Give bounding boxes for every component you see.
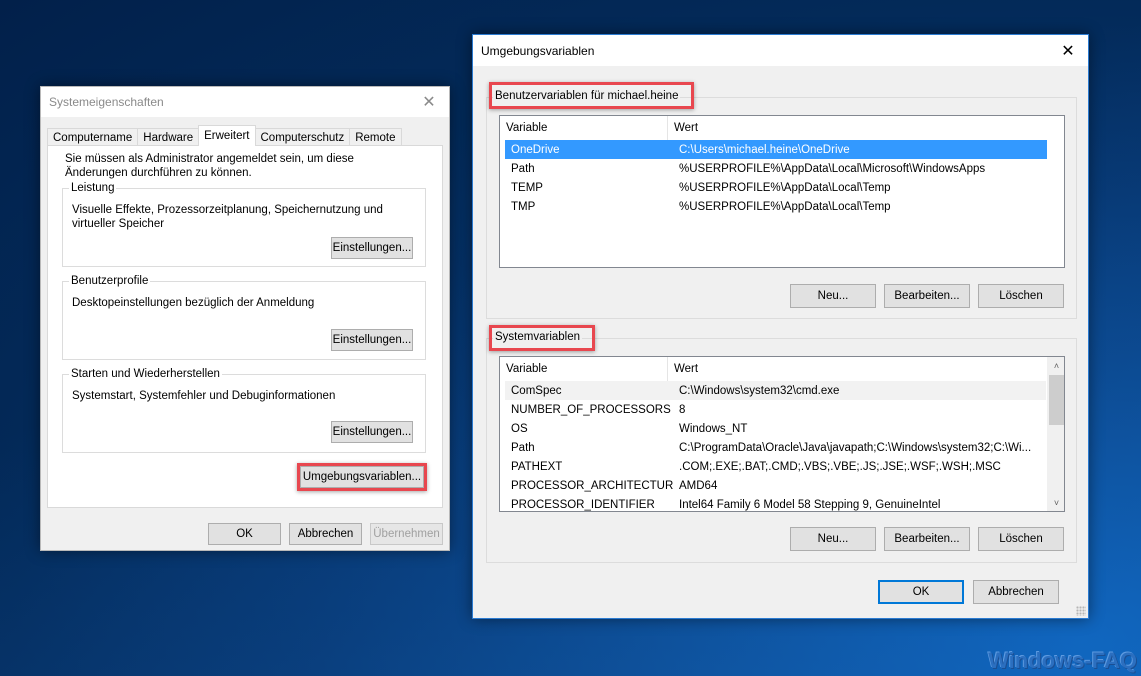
table-row[interactable]: NUMBER_OF_PROCESSORS 8 [505,400,1046,419]
value-cell: .COM;.EXE;.BAT;.CMD;.VBS;.VBE;.JS;.JSE;.… [679,460,1001,473]
user-profiles-group-label: Benutzerprofile [69,274,151,288]
value-cell: %USERPROFILE%\AppData\Local\Temp [679,200,891,213]
user-variables-group: Benutzervariablen für michael.heine Vari… [486,89,1077,319]
title-bar[interactable]: Umgebungsvariablen ✕ [473,35,1088,66]
user-variables-label: Benutzervariablen für michael.heine [493,89,681,103]
ok-button[interactable]: OK [208,523,281,545]
user-variables-list[interactable]: Variable Wert OneDrive C:\Users\michael.h… [499,115,1065,268]
value-cell: C:\Users\michael.heine\OneDrive [679,143,850,156]
system-variables-list[interactable]: Variable Wert ComSpec C:\Windows\system32… [499,356,1065,512]
column-header-variable[interactable]: Variable [500,357,668,381]
value-cell: C:\ProgramData\Oracle\Java\javapath;C:\W… [679,441,1032,454]
user-delete-button[interactable]: Löschen [978,284,1064,308]
window-title: Umgebungsvariablen [481,43,595,58]
column-header-value[interactable]: Wert [668,357,698,381]
window-title: Systemeigenschaften [49,95,164,109]
vertical-scrollbar[interactable]: ˄ ˅ [1047,357,1064,511]
close-button[interactable]: ✕ [409,87,449,117]
system-properties-window: Systemeigenschaften ✕ Computername Hardw… [40,86,450,551]
system-variables-label: Systemvariablen [493,330,583,344]
table-row[interactable]: PROCESSOR_IDENTIFIER Intel64 Family 6 Mod… [505,495,1046,511]
chevron-up-icon: ˄ [1053,360,1060,371]
table-row[interactable]: OS Windows_NT [505,419,1046,438]
tab-computername[interactable]: Computername [47,128,139,146]
scroll-down-arrow[interactable]: ˅ [1048,494,1064,511]
system-new-button[interactable]: Neu... [790,527,876,551]
table-row[interactable]: Path %USERPROFILE%\AppData\Local\Microsof… [505,159,1047,178]
list-header: Variable Wert [500,116,1064,140]
admin-notice: Sie müssen als Administrator angemeldet … [65,153,354,179]
cancel-button[interactable]: Abbrechen [289,523,362,545]
startup-recovery-description: Systemstart, Systemfehler und Debuginfor… [72,390,336,402]
table-row[interactable]: OneDrive C:\Users\michael.heine\OneDrive [505,140,1047,159]
system-delete-button[interactable]: Löschen [978,527,1064,551]
variable-cell: ComSpec [511,384,562,397]
variable-cell: NUMBER_OF_PROCESSORS [511,403,671,416]
tab-remote[interactable]: Remote [349,128,402,146]
tab-erweitert[interactable]: Erweitert [198,125,256,146]
user-profiles-group: Benutzerprofile Desktopeinstellungen bez… [62,274,426,360]
tab-hardware[interactable]: Hardware [137,128,200,146]
table-row[interactable]: ComSpec C:\Windows\system32\cmd.exe [505,381,1046,400]
value-cell: %USERPROFILE%\AppData\Local\Microsoft\Wi… [679,162,986,175]
performance-group-label: Leistung [69,181,117,195]
system-variables-group: Systemvariablen Variable Wert ComSpec C:\… [486,330,1077,563]
environment-variables-button[interactable]: Umgebungsvariablen... [300,466,424,488]
scrollbar-thumb[interactable] [1049,375,1064,425]
environment-variables-window: Umgebungsvariablen ✕ Benutzervariablen f… [472,34,1089,619]
performance-settings-button[interactable]: Einstellungen... [331,237,413,259]
value-cell: 8 [679,403,686,416]
resize-grip[interactable] [1076,606,1086,616]
value-cell: Intel64 Family 6 Model 58 Stepping 9, Ge… [679,498,941,511]
column-header-value[interactable]: Wert [668,116,698,140]
variable-cell: Path [511,441,535,454]
variable-cell: OS [511,422,528,435]
tab-strip: Computername Hardware Erweitert Computer… [47,125,402,146]
performance-group: Leistung Visuelle Effekte, Prozessorzeit… [62,181,426,267]
user-new-button[interactable]: Neu... [790,284,876,308]
table-row[interactable]: TMP %USERPROFILE%\AppData\Local\Temp [505,197,1047,216]
user-profiles-settings-button[interactable]: Einstellungen... [331,329,413,351]
value-cell: %USERPROFILE%\AppData\Local\Temp [679,181,891,194]
close-icon: ✕ [1061,42,1075,60]
tab-panel-erweitert: Sie müssen als Administrator angemeldet … [47,145,443,508]
list-header: Variable Wert [500,357,1047,381]
table-row[interactable]: PATHEXT .COM;.EXE;.BAT;.CMD;.VBS;.VBE;.JS… [505,457,1046,476]
scroll-up-arrow[interactable]: ˄ [1048,357,1064,374]
value-cell: AMD64 [679,479,718,492]
close-icon: ✕ [422,94,436,111]
value-cell: Windows_NT [679,422,748,435]
startup-recovery-group: Starten und Wiederherstellen Systemstart… [62,367,426,453]
startup-recovery-group-label: Starten und Wiederherstellen [69,367,222,381]
value-cell: C:\Windows\system32\cmd.exe [679,384,840,397]
variable-cell: Path [511,162,535,175]
startup-recovery-settings-button[interactable]: Einstellungen... [331,421,413,443]
ok-button[interactable]: OK [878,580,964,604]
variable-cell: OneDrive [511,143,560,156]
close-button[interactable]: ✕ [1048,35,1088,66]
apply-button[interactable]: Übernehmen [370,523,443,545]
user-edit-button[interactable]: Bearbeiten... [884,284,970,308]
table-row[interactable]: Path C:\ProgramData\Oracle\Java\javapath;… [505,438,1046,457]
title-bar[interactable]: Systemeigenschaften ✕ [41,87,449,117]
variable-cell: PATHEXT [511,460,563,473]
user-profiles-description: Desktopeinstellungen bezüglich der Anmel… [72,297,315,309]
variable-cell: TMP [511,200,536,213]
variable-cell: TEMP [511,181,543,194]
tab-computerschutz[interactable]: Computerschutz [254,128,351,146]
variable-cell: PROCESSOR_IDENTIFIER [511,498,655,511]
watermark: Windows-FAQ [988,648,1137,673]
performance-description: Visuelle Effekte, Prozessorzeitplanung, … [72,204,383,230]
cancel-button[interactable]: Abbrechen [973,580,1059,604]
table-row[interactable]: TEMP %USERPROFILE%\AppData\Local\Temp [505,178,1047,197]
column-header-variable[interactable]: Variable [500,116,668,140]
system-edit-button[interactable]: Bearbeiten... [884,527,970,551]
variable-cell: PROCESSOR_ARCHITECTURE [511,479,673,492]
chevron-down-icon: ˅ [1053,497,1060,508]
table-row[interactable]: PROCESSOR_ARCHITECTURE AMD64 [505,476,1046,495]
